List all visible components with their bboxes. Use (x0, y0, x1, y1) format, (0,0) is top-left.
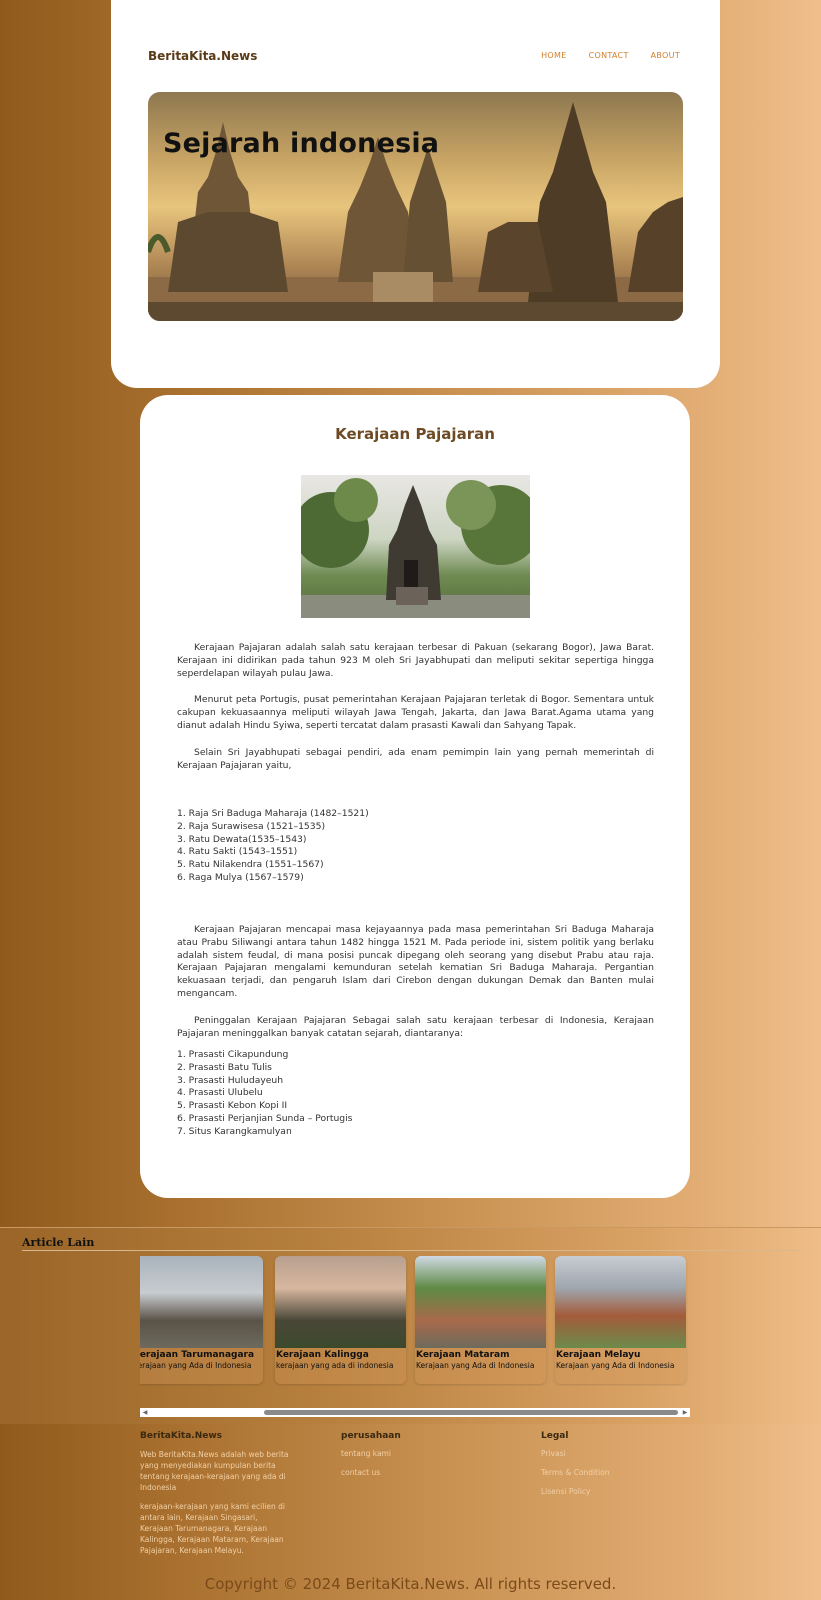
temple-photo (301, 478, 530, 618)
card-subtitle: Kerajaan yang Ada di Indonesia (556, 1361, 675, 1370)
list-item: 6. Prasasti Perjanjian Sunda – Portugis (177, 1112, 353, 1124)
card-image (555, 1256, 686, 1348)
articles-carousel[interactable]: Kerajaan Tarumanagara Kerajaan yang Ada … (140, 1256, 690, 1386)
article-paragraph: Selain Sri Jayabhupati sebagai pendiri, … (177, 746, 654, 771)
scroll-left-icon[interactable]: ◀ (140, 1408, 150, 1417)
article-body: Kerajaan Pajajaran mencapai masa kejayaa… (177, 924, 654, 1040)
list-item: 4. Ratu Sakti (1543–1551) (177, 846, 298, 858)
list-item: 5. Prasasti Kebon Kopi II (177, 1100, 288, 1112)
footer-description: Web BeritaKita.News adalah web berita ya… (140, 1450, 289, 1492)
article-paragraph: Peninggalan Kerajaan Pajajaran Sebagai s… (177, 1014, 654, 1039)
list-item: 4. Prasasti Ulubelu (177, 1087, 263, 1099)
footer-heading: perusahaan (341, 1431, 401, 1441)
scrollbar-thumb[interactable] (264, 1410, 678, 1415)
divider (22, 1250, 802, 1251)
article-paragraph: Kerajaan Pajajaran adalah salah satu ker… (177, 642, 654, 679)
temple-illustration (148, 102, 683, 321)
site-footer: BeritaKita.News Web BeritaKita.News adal… (0, 1423, 821, 1600)
footer-link-contact[interactable]: contact us (341, 1468, 491, 1477)
footer-heading: Legal (541, 1431, 569, 1441)
card-title: Kerajaan Melayu (556, 1350, 641, 1360)
article-paragraph: Kerajaan Pajajaran mencapai masa kejayaa… (177, 924, 654, 999)
list-item: 3. Prasasti Huludayeuh (177, 1074, 284, 1086)
article-card-tarumanagara[interactable]: Kerajaan Tarumanagara Kerajaan yang Ada … (140, 1256, 263, 1384)
list-item: 1. Raja Sri Baduga Maharaja (1482–1521) (177, 808, 369, 819)
hero-title: Sejarah indonesia (163, 128, 440, 159)
card-subtitle: kerajaan yang ada di indonesia (276, 1361, 394, 1370)
hero-banner-image: Sejarah indonesia (148, 92, 683, 321)
site-logo[interactable]: BeritaKita.News (148, 49, 257, 63)
footer-link-license[interactable]: Lisensi Policy (541, 1487, 691, 1496)
card-image (275, 1256, 406, 1348)
footer-brand: BeritaKita.News (140, 1431, 223, 1441)
header-card: BeritaKita.News HOME CONTACT ABOUT Sejar… (111, 0, 720, 388)
footer-description: kerajaan-kerajaan yang kami ecilien di a… (140, 1502, 285, 1555)
card-title: Kerajaan Mataram (416, 1350, 510, 1360)
nav-contact-link[interactable]: CONTACT (589, 51, 629, 60)
list-item: 3. Ratu Dewata(1535–1543) (177, 833, 307, 845)
article-card-kalingga[interactable]: Kerajaan Kalingga kerajaan yang ada di i… (275, 1256, 406, 1384)
card-subtitle: Kerajaan yang Ada di Indonesia (416, 1361, 535, 1370)
copyright-text: Copyright © 2024 BeritaKita.News. All ri… (204, 1575, 617, 1593)
nav-home-link[interactable]: HOME (541, 51, 566, 60)
footer-link-privacy[interactable]: Privasi (541, 1449, 691, 1458)
main-nav: HOME CONTACT ABOUT (541, 51, 680, 60)
footer-link-terms[interactable]: Terms & Condition (541, 1468, 691, 1477)
footer-about: BeritaKita.News Web BeritaKita.News adal… (140, 1431, 290, 1564)
card-image (415, 1256, 546, 1348)
scroll-right-icon[interactable]: ▶ (680, 1408, 690, 1417)
article-image (301, 475, 530, 618)
card-image (140, 1256, 263, 1348)
article-card: Kerajaan Pajajaran Kerajaan Pajajaran ad… (140, 395, 690, 1198)
rulers-list: 1. Raja Sri Baduga Maharaja (1482–1521) … (177, 808, 369, 885)
carousel-scrollbar[interactable]: ◀ ▶ (140, 1408, 690, 1417)
article-intro: Kerajaan Pajajaran adalah salah satu ker… (177, 642, 654, 772)
card-subtitle: Kerajaan yang Ada di Indonesia (140, 1361, 252, 1370)
list-item: 6. Raga Mulya (1567–1579) (177, 871, 304, 883)
other-articles-section: Article Lain Kerajaan Tarumanagara Keraj… (0, 1227, 821, 1424)
list-item: 1. Prasasti Cikapundung (177, 1049, 289, 1060)
footer-company: perusahaan tentang kami contact us (341, 1431, 491, 1487)
list-item: 2. Raja Surawisesa (1521–1535) (177, 820, 326, 832)
footer-legal: Legal Privasi Terms & Condition Lisensi … (541, 1431, 691, 1506)
card-title: Kerajaan Tarumanagara (140, 1350, 255, 1360)
card-title: Kerajaan Kalingga (276, 1350, 369, 1360)
footer-link-about[interactable]: tentang kami (341, 1449, 491, 1458)
list-item: 7. Situs Karangkamulyan (177, 1125, 292, 1137)
article-card-mataram[interactable]: Kerajaan Mataram Kerajaan yang Ada di In… (415, 1256, 546, 1384)
nav-about-link[interactable]: ABOUT (651, 51, 680, 60)
article-paragraph: Menurut peta Portugis, pusat pemerintaha… (177, 694, 654, 731)
article-card-melayu[interactable]: Kerajaan Melayu Kerajaan yang Ada di Ind… (555, 1256, 686, 1384)
section-title: Article Lain (22, 1236, 95, 1249)
list-item: 5. Ratu Nilakendra (1551–1567) (177, 859, 324, 871)
article-title: Kerajaan Pajajaran (335, 425, 495, 443)
list-item: 2. Prasasti Batu Tulis (177, 1061, 272, 1073)
relics-list: 1. Prasasti Cikapundung 2. Prasasti Batu… (177, 1049, 352, 1139)
